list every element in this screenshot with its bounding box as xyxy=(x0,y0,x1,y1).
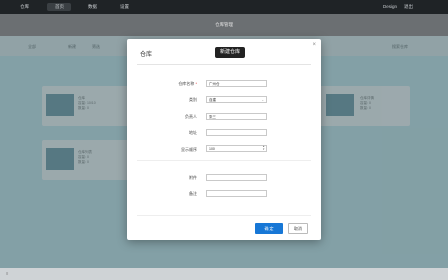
create-warehouse-dialog: 仓库 新建仓库 × 仓库名称 * 广州仓 类别 自建 ⌄ 负责人 张三 地址 显… xyxy=(127,39,321,240)
type-label: 类别 xyxy=(189,97,197,102)
nav-item-logout[interactable]: 退出 xyxy=(404,4,413,10)
top-navigation-bar: 仓库 首页 数据 设置 Design 退出 xyxy=(0,0,448,14)
type-select[interactable]: 自建 ⌄ xyxy=(206,96,267,103)
dialog-title: 仓库 xyxy=(140,52,153,58)
dialog-badge: 新建仓库 xyxy=(215,47,245,58)
manager-input[interactable]: 张三 xyxy=(206,113,267,120)
chevron-down-icon: ⌄ xyxy=(261,98,264,102)
sort-order-stepper[interactable]: 100 ▲ ▼ xyxy=(206,145,267,152)
bottom-bar: ≡ xyxy=(0,268,448,280)
cancel-button[interactable]: 取消 xyxy=(288,223,308,234)
close-icon[interactable]: × xyxy=(312,42,316,48)
dialog-divider xyxy=(137,64,311,65)
address-label: 地址 xyxy=(189,130,197,135)
nav-item-settings[interactable]: 设置 xyxy=(120,4,129,10)
manager-label: 负责人 xyxy=(185,114,197,119)
nav-item-data[interactable]: 数据 xyxy=(88,4,97,10)
sort-order-label: 显示顺序 xyxy=(181,147,197,152)
name-label: 仓库名称 * xyxy=(178,81,197,86)
remark-label: 备注 xyxy=(189,191,197,196)
address-input[interactable] xyxy=(206,129,267,136)
footer-divider xyxy=(137,215,311,216)
nav-item-design[interactable]: Design xyxy=(383,4,397,9)
page-title: 仓库管理 xyxy=(215,22,233,27)
attachment-input[interactable] xyxy=(206,174,267,181)
confirm-button[interactable]: 确 定 xyxy=(255,223,283,234)
remark-input[interactable] xyxy=(206,190,267,197)
page-header: 仓库管理 xyxy=(0,14,448,36)
warehouse-name-input[interactable]: 广州仓 xyxy=(206,80,267,87)
stepper-arrows-icon[interactable]: ▲ ▼ xyxy=(262,145,265,152)
section-divider xyxy=(137,160,311,161)
menu-icon[interactable]: ≡ xyxy=(6,271,8,276)
nav-item-warehouse[interactable]: 仓库 xyxy=(20,4,29,10)
attachment-label: 附件 xyxy=(189,175,197,180)
nav-item-home[interactable]: 首页 xyxy=(55,4,64,10)
